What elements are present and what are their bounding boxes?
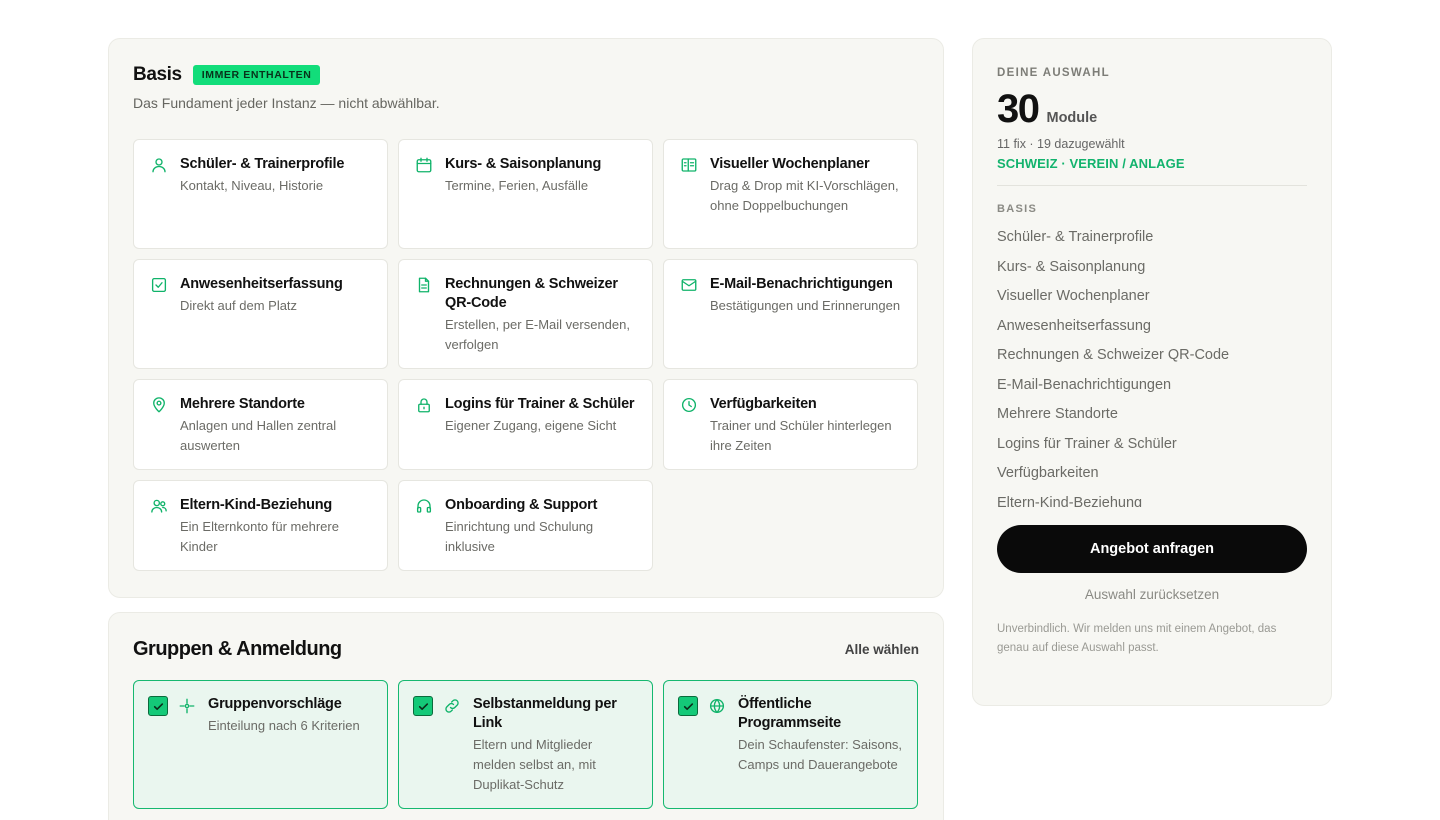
module-title: Verfügbarkeiten [710,396,817,412]
module-count-unit: Module [1046,110,1098,126]
module-title: Gruppenvorschläge [208,696,342,712]
calendar-icon [415,156,433,174]
module-desc: Anlagen und Hallen zentral auswerten [180,418,337,453]
module-desc: Eigener Zugang, eigene Sicht [445,418,617,433]
module-desc: Direkt auf dem Platz [180,298,298,313]
module-title: Rechnungen & Schweizer QR-Code [445,276,618,311]
basis-header: Basis IMMER ENTHALTEN [133,63,919,87]
checkbox-icon [150,276,168,294]
mail-icon [680,276,698,294]
list-item: Eltern-Kind-Beziehung [997,494,1143,508]
selected-modules-list[interactable]: Schüler- & Trainerprofile Kurs- & Saison… [997,223,1307,507]
list-item: Logins für Trainer & Schüler [997,435,1177,452]
module-title: Logins für Trainer & Schüler [445,396,635,412]
list-item: Kurs- & Saisonplanung [997,258,1146,275]
divider [997,185,1307,186]
module-title: Anwesenheitserfassung [180,276,343,292]
select-all-button[interactable]: Alle wählen [845,642,919,657]
list-item: E-Mail-Benachrichtigungen [997,376,1172,393]
module-desc: Drag & Drop mit KI-Vorschlägen, ohne Dop… [710,178,899,213]
groups-header: Gruppen & Anmeldung Alle wählen [133,637,919,661]
module-desc: Trainer und Schüler hinterlegen ihre Zei… [710,418,892,453]
groups-title: Gruppen & Anmeldung [133,637,342,660]
list-item: Verfügbarkeiten [997,465,1099,481]
module-card-locations: Mehrere Standorte Anlagen und Hallen zen… [133,379,388,470]
module-card-profiles: Schüler- & Trainerprofile Kontakt, Nivea… [133,139,388,249]
document-icon [415,276,433,294]
request-offer-button[interactable]: Angebot anfragen [997,525,1307,573]
module-desc: Kontakt, Niveau, Historie [180,178,324,193]
module-count: 30 Module [997,89,1307,131]
module-checkbox[interactable] [678,696,698,716]
module-card-self-signup[interactable]: Selbstanmeldung per Link Eltern und Mitg… [398,680,653,809]
basis-section: Basis IMMER ENTHALTEN Das Fundament jede… [108,38,944,598]
list-item: Rechnungen & Schweizer QR-Code [997,347,1230,363]
module-title: E-Mail-Benachrichtigungen [710,276,893,292]
module-count-detail: 11 fix · 19 dazugewählt [997,137,1125,151]
module-card-group-suggestions[interactable]: Gruppenvorschläge Einteilung nach 6 Krit… [133,680,388,809]
basis-module-grid: Schüler- & Trainerprofile Kontakt, Nivea… [133,139,918,571]
selection-summary: DEINE AUSWAHL 30 Module 11 fix · 19 dazu… [972,38,1332,706]
week-planner-icon [680,156,698,174]
module-title: Eltern-Kind-Beziehung [180,497,333,513]
disclaimer-note: Unverbindlich. Wir melden uns mit einem … [997,623,1277,654]
map-pin-icon [150,396,168,414]
region-label: SCHWEIZ · VEREIN / ANLAGE [997,156,1185,171]
module-card-parent-child: Eltern-Kind-Beziehung Ein Elternkonto fü… [133,480,388,571]
module-card-invoices: Rechnungen & Schweizer QR-Code Erstellen… [398,259,653,369]
lock-icon [415,396,433,414]
module-desc: Dein Schaufenster: Saisons, Camps und Da… [738,737,903,772]
link-icon [443,697,461,715]
module-title: Schüler- & Trainerprofile [180,156,345,172]
module-card-email: E-Mail-Benachrichtigungen Bestätigungen … [663,259,918,369]
module-card-week-planner: Visueller Wochenplaner Drag & Drop mit K… [663,139,918,249]
reset-selection-link[interactable]: Auswahl zurücksetzen [997,587,1307,602]
headset-icon [415,497,433,515]
groups-module-grid: Gruppenvorschläge Einteilung nach 6 Krit… [133,680,918,809]
user-icon [150,156,168,174]
users-icon [150,497,168,515]
module-card-onboarding: Onboarding & Support Einrichtung und Sch… [398,480,653,571]
module-desc: Erstellen, per E-Mail versenden, verfolg… [445,317,630,352]
groups-section: Gruppen & Anmeldung Alle wählen Gruppenv… [108,612,944,820]
list-item: Anwesenheitserfassung [997,317,1151,334]
always-included-badge: IMMER ENTHALTEN [192,64,321,86]
sparkle-icon [178,697,196,715]
module-title: Mehrere Standorte [180,396,305,412]
module-title: Onboarding & Support [445,497,598,513]
module-card-course-planning: Kurs- & Saisonplanung Termine, Ferien, A… [398,139,653,249]
module-checkbox[interactable] [413,696,433,716]
basis-subtitle: Das Fundament jeder Instanz — nicht abwä… [133,95,440,111]
module-desc: Einteilung nach 6 Kriterien [208,718,360,733]
module-desc: Termine, Ferien, Ausfälle [445,178,589,193]
module-desc: Ein Elternkonto für mehrere Kinder [180,519,339,554]
module-checkbox[interactable] [148,696,168,716]
clock-icon [680,396,698,414]
list-item: Schüler- & Trainerprofile [997,229,1154,245]
module-desc: Einrichtung und Schulung inklusive [445,519,594,554]
module-title: Kurs- & Saisonplanung [445,156,602,172]
module-card-logins: Logins für Trainer & Schüler Eigener Zug… [398,379,653,470]
module-title: Selbstanmeldung per Link [473,696,617,731]
module-title: Visueller Wochenplaner [710,156,870,172]
module-count-number: 30 [997,87,1040,131]
list-item: Visueller Wochenplaner [997,288,1150,304]
module-card-public-program[interactable]: Öffentliche Programmseite Dein Schaufens… [663,680,918,809]
module-title: Öffentliche Programmseite [738,696,841,731]
module-card-attendance: Anwesenheitserfassung Direkt auf dem Pla… [133,259,388,369]
globe-icon [708,697,726,715]
basis-title: Basis [133,64,182,85]
module-card-availability: Verfügbarkeiten Trainer und Schüler hint… [663,379,918,470]
module-desc: Eltern und Mitglieder melden selbst an, … [473,737,596,792]
list-item: Mehrere Standorte [997,406,1118,422]
module-desc: Bestätigungen und Erinnerungen [710,298,901,313]
summary-eyebrow: DEINE AUSWAHL [997,67,1110,79]
summary-list-label: BASIS [997,203,1038,215]
